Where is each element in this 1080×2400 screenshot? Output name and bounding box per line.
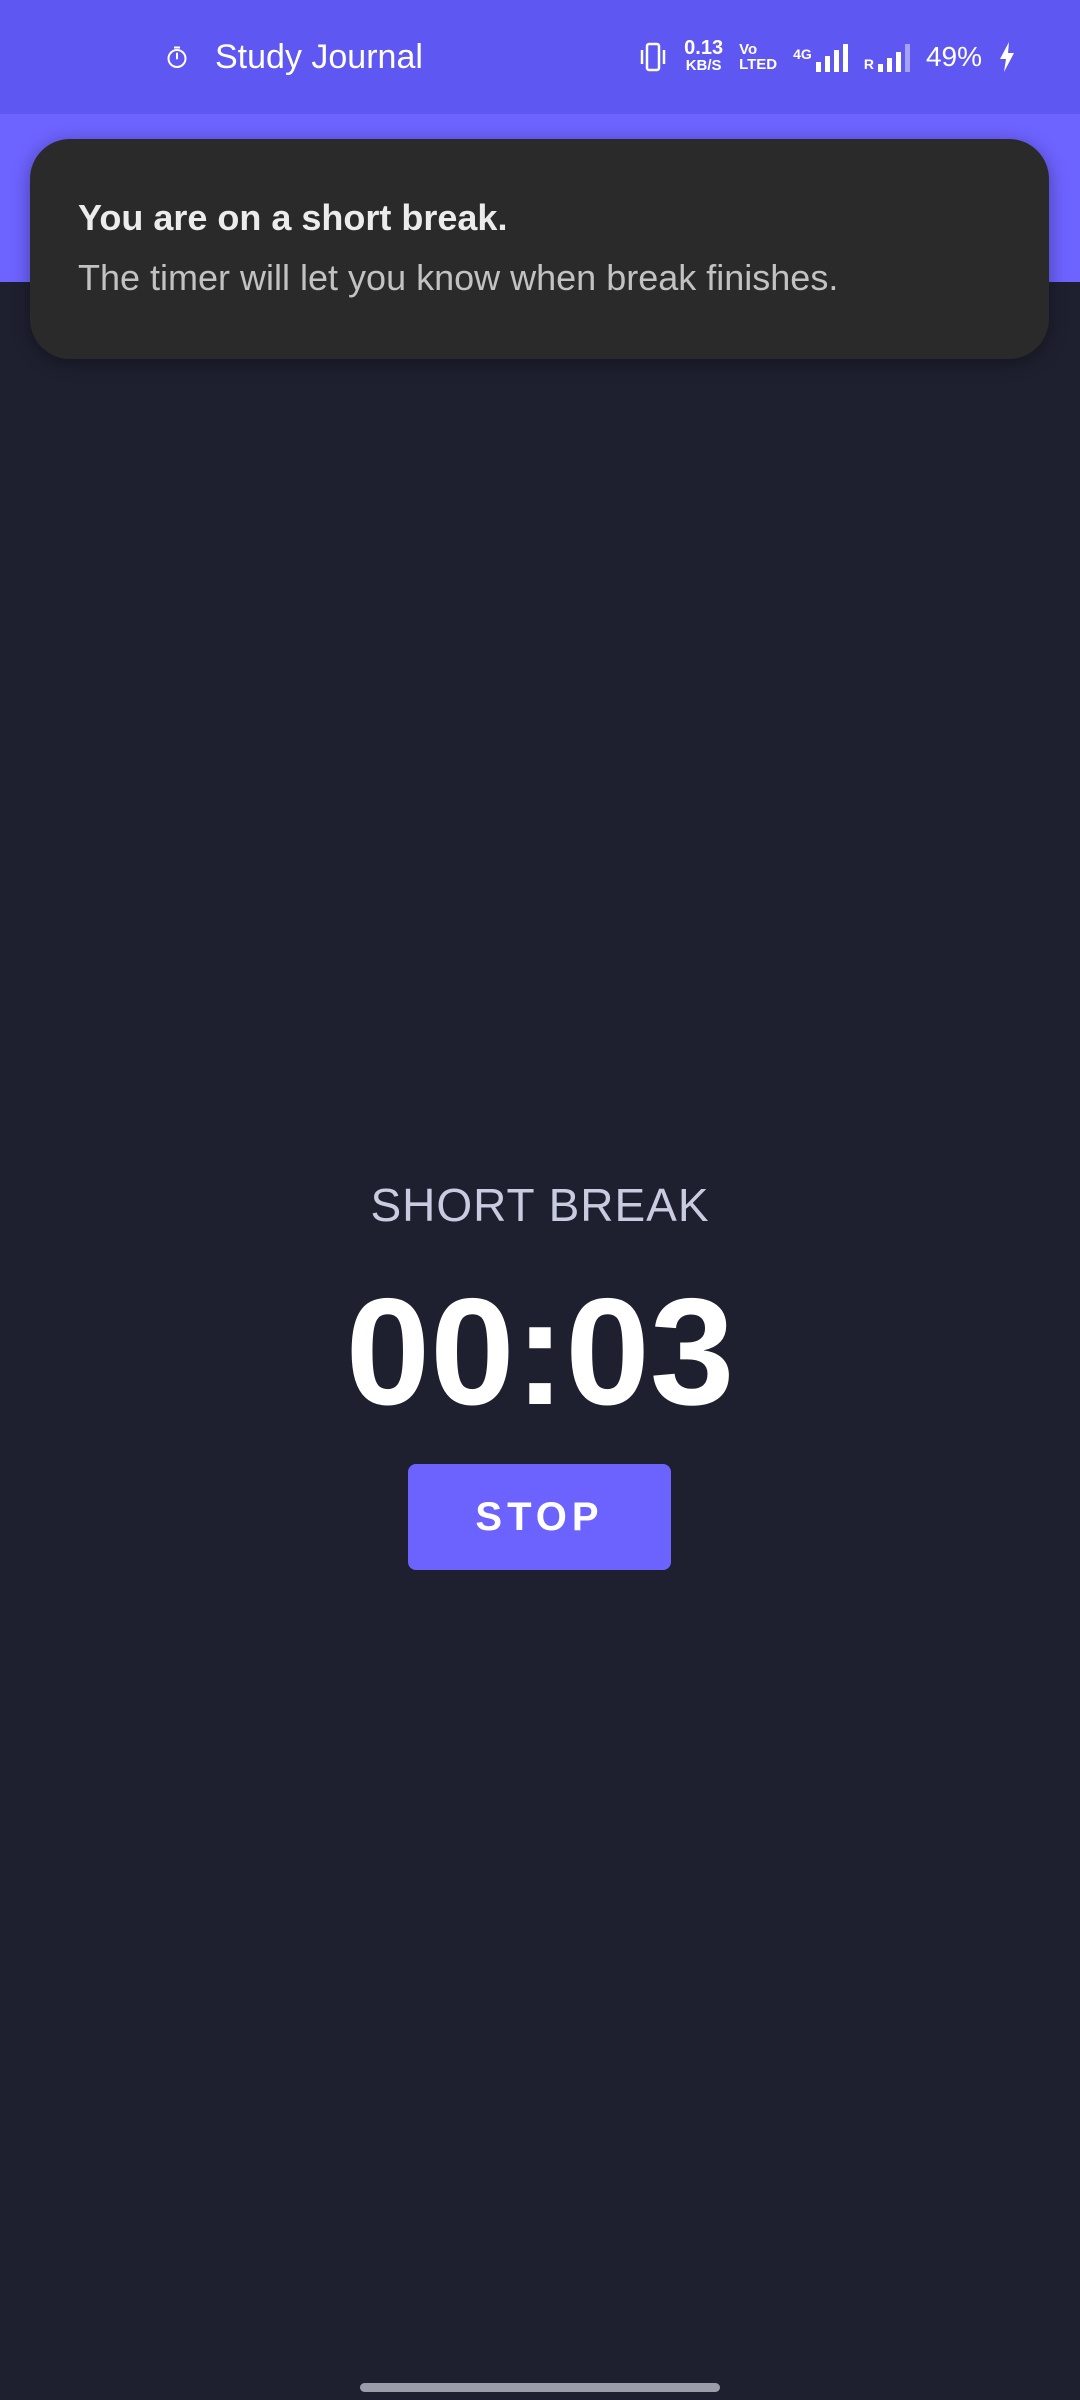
vibrate-icon <box>640 42 666 72</box>
timer-display: 00:03 <box>345 1267 735 1437</box>
stop-button[interactable]: STOP <box>408 1464 671 1570</box>
volte-indicator: Vo LTED <box>739 42 777 72</box>
bolt-icon <box>1000 42 1014 72</box>
volte-top: Vo <box>739 41 758 58</box>
battery-level: 49% <box>925 41 982 72</box>
network-speed: 0.13 KB/S <box>684 37 724 74</box>
status-left: Study Journal <box>165 0 423 114</box>
stopwatch-icon <box>167 46 187 68</box>
status-bar: Study Journal 0.13 KB/S Vo LTED 4G R 49% <box>0 0 1080 114</box>
network-speed-value: 0.13 <box>684 37 724 59</box>
timer-mode-label: SHORT BREAK <box>370 1179 710 1231</box>
volte-bottom: LTED <box>739 56 778 73</box>
toast-message: The timer will let you know when break f… <box>78 257 839 298</box>
network-speed-unit: KB/S <box>685 57 722 74</box>
app-name: Study Journal <box>215 37 423 76</box>
toast-notification: You are on a short break. The timer will… <box>30 139 1049 359</box>
home-indicator[interactable] <box>360 2383 720 2392</box>
sim1-signal-icon: 4G <box>793 42 848 72</box>
sim2-signal-icon: R <box>864 42 910 72</box>
toast-title: You are on a short break. <box>78 197 508 238</box>
status-icons: 0.13 KB/S Vo LTED 4G R 49% <box>638 0 1016 114</box>
sim1-network-tag: 4G <box>793 46 812 62</box>
sim2-roaming-tag: R <box>863 56 874 72</box>
